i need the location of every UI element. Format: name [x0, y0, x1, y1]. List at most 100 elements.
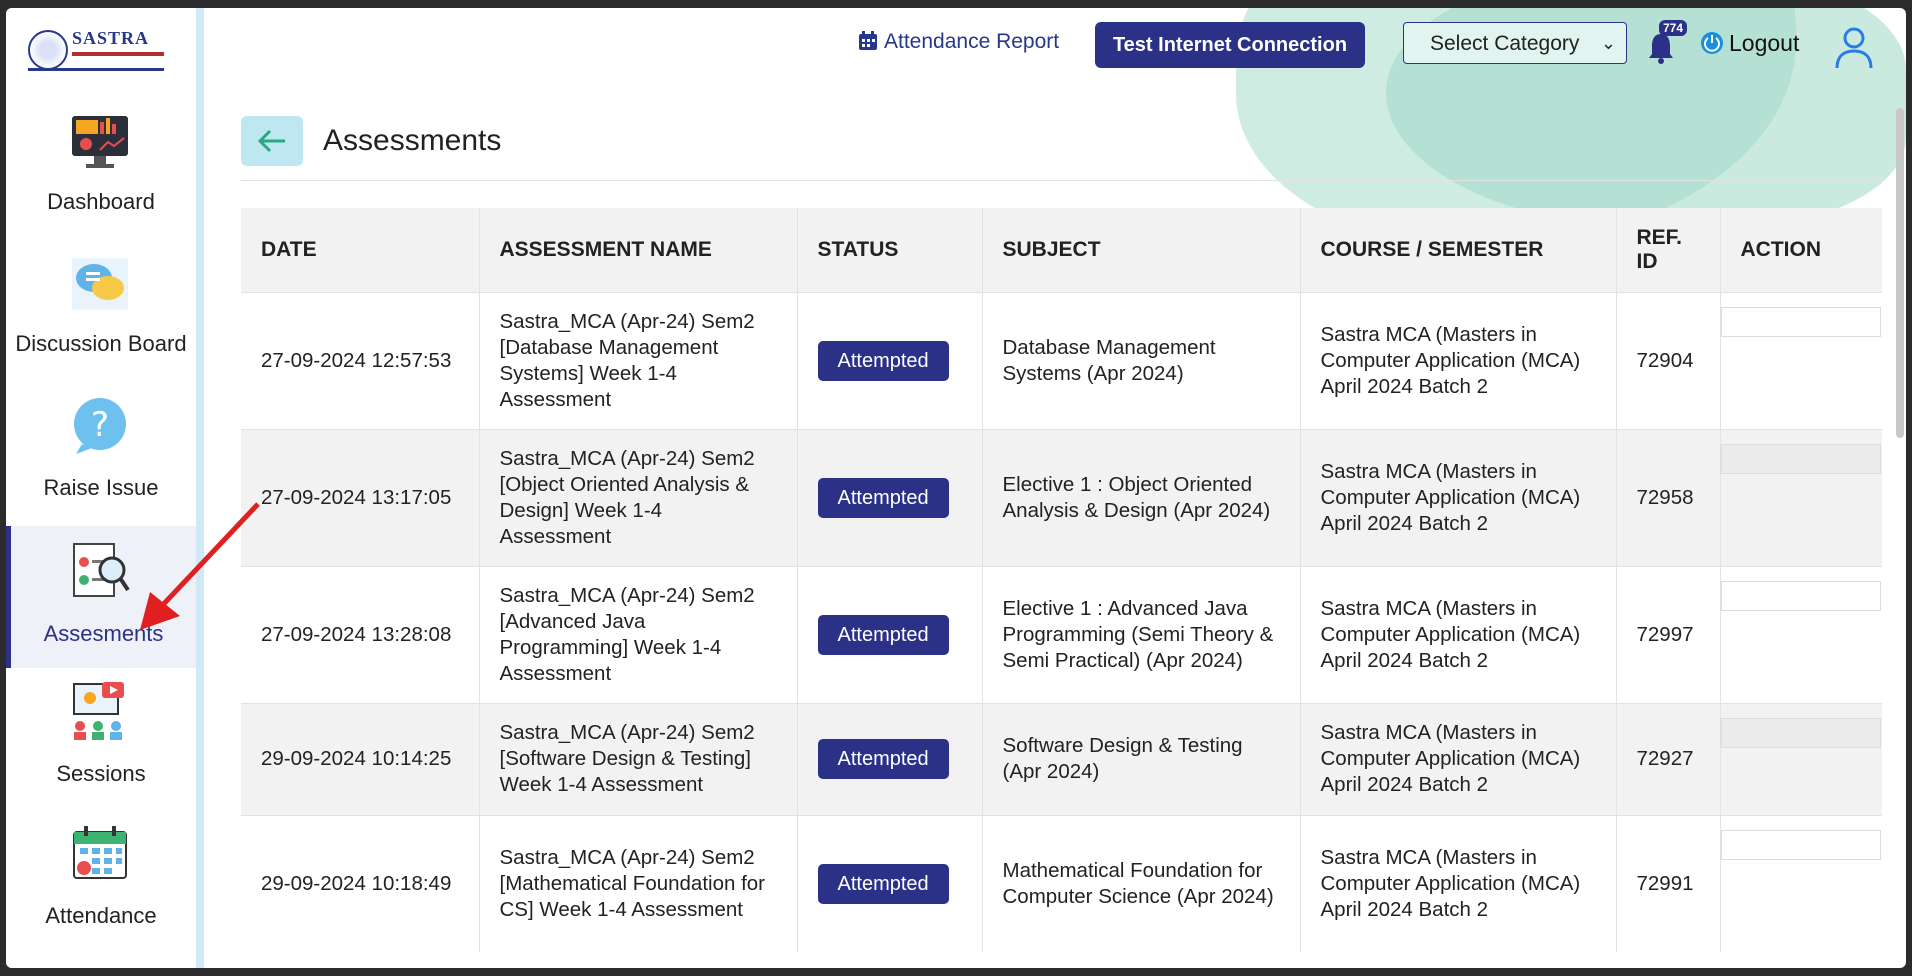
cell-status: Attempted — [797, 291, 983, 429]
cell-course: Sastra MCA (Masters in Computer Applicat… — [1300, 428, 1617, 566]
sidebar-item-label: Attendance — [45, 903, 157, 928]
cell-date: 29-09-2024 10:14:25 — [241, 702, 480, 815]
table-row: 29-09-2024 10:14:25 Sastra_MCA (Apr-24) … — [241, 702, 1882, 815]
column-header-assessment-name[interactable]: ASSESSMENT NAME — [479, 208, 798, 292]
assessment-icon — [73, 543, 130, 597]
sidebar-item-dashboard[interactable]: Dashboard — [6, 98, 196, 240]
sidebar-item-attendance[interactable]: Attendance — [6, 810, 196, 952]
cell-status: Attempted — [797, 428, 983, 566]
assessments-table-container: DATE ASSESSMENT NAME STATUS SUBJECT COUR… — [241, 208, 1882, 968]
sidebar-item-label: Raise Issue — [43, 475, 159, 500]
cell-ref-id: 72991 — [1616, 814, 1721, 952]
power-icon — [1701, 32, 1723, 54]
cell-assessment-name: Sastra_MCA (Apr-24) Sem2 [Software Desig… — [479, 702, 798, 815]
cell-ref-id: 72927 — [1616, 702, 1721, 815]
cell-status: Attempted — [797, 565, 983, 703]
table-row: 27-09-2024 13:28:08 Sastra_MCA (Apr-24) … — [241, 565, 1882, 703]
sessions-icon — [73, 682, 124, 740]
cell-subject: Mathematical Foundation for Computer Sci… — [982, 814, 1301, 952]
table-row: 27-09-2024 13:17:05 Sastra_MCA (Apr-24) … — [241, 428, 1882, 566]
cell-assessment-name: Sastra_MCA (Apr-24) Sem2 [Advanced Java … — [479, 565, 798, 703]
action-button[interactable] — [1720, 580, 1881, 611]
cell-course: Sastra MCA (Masters in Computer Applicat… — [1300, 702, 1617, 815]
cell-subject: Elective 1 : Object Oriented Analysis & … — [982, 428, 1301, 566]
sidebar-item-label: Sessions — [56, 761, 146, 786]
category-select-value: Select Category — [1430, 32, 1580, 55]
cell-action — [1720, 291, 1882, 429]
sidebar-item-sessions[interactable]: Sessions — [6, 668, 196, 810]
cell-assessment-name: Sastra_MCA (Apr-24) Sem2 [Database Manag… — [479, 291, 798, 429]
question-icon: ? — [74, 398, 126, 454]
test-internet-connection-button[interactable]: Test Internet Connection — [1095, 22, 1365, 68]
calendar-icon — [73, 826, 127, 879]
column-header-course-semester[interactable]: COURSE / SEMESTER — [1300, 208, 1617, 292]
chevron-down-icon: ⌄ — [1600, 33, 1616, 53]
cell-action — [1720, 565, 1882, 703]
notification-badge: 774 — [1659, 20, 1688, 36]
sidebar-scrollbar[interactable] — [196, 8, 204, 968]
cell-action — [1720, 702, 1882, 815]
status-badge: Attempted — [817, 739, 949, 779]
attendance-report-label: Attendance Report — [884, 30, 1060, 53]
category-select[interactable]: Select Category ⌄ — [1403, 22, 1627, 64]
logout-button[interactable]: Logout — [1701, 30, 1799, 57]
action-button[interactable] — [1720, 717, 1881, 748]
cell-action — [1720, 428, 1882, 566]
sidebar-item-label: Dashboard — [47, 189, 155, 214]
table-row: 27-09-2024 12:57:53 Sastra_MCA (Apr-24) … — [241, 291, 1882, 429]
dashboard-icon — [72, 116, 128, 168]
column-header-status[interactable]: STATUS — [797, 208, 983, 292]
cell-date: 27-09-2024 12:57:53 — [241, 291, 480, 429]
action-button[interactable] — [1720, 306, 1881, 337]
chat-bubbles-icon — [72, 258, 128, 310]
cell-ref-id: 72904 — [1616, 291, 1721, 429]
logo-underline — [28, 68, 164, 71]
sidebar-item-assessments[interactable]: Assesments — [6, 526, 196, 668]
cell-course: Sastra MCA (Masters in Computer Applicat… — [1300, 814, 1617, 952]
status-badge: Attempted — [817, 477, 949, 518]
table-header-row: DATE ASSESSMENT NAME STATUS SUBJECT COUR… — [241, 208, 1882, 292]
logo-underline — [72, 52, 164, 56]
cell-date: 27-09-2024 13:17:05 — [241, 428, 480, 566]
university-seal-icon — [28, 30, 68, 70]
column-header-date[interactable]: DATE — [241, 208, 480, 292]
sidebar-item-label: Discussion Board — [15, 331, 187, 356]
logo-text: SASTRA — [72, 28, 150, 48]
cell-date: 27-09-2024 13:28:08 — [241, 565, 480, 703]
divider — [241, 180, 1881, 181]
top-header: Attendance Report Test Internet Connecti… — [204, 8, 1906, 98]
page-title: Assessments — [323, 124, 502, 157]
action-button[interactable] — [1720, 443, 1881, 474]
attendance-report-link[interactable]: Attendance Report — [858, 30, 1059, 54]
cell-subject: Software Design & Testing (Apr 2024) — [982, 702, 1301, 815]
cell-action — [1720, 814, 1882, 952]
sidebar-item-discussion-board[interactable]: Discussion Board — [6, 240, 196, 382]
user-profile-icon[interactable] — [1834, 26, 1874, 70]
column-header-ref-id[interactable]: REF. ID — [1616, 208, 1721, 292]
status-badge: Attempted — [817, 614, 949, 655]
cell-course: Sastra MCA (Masters in Computer Applicat… — [1300, 565, 1617, 703]
action-button[interactable] — [1720, 829, 1881, 860]
cell-ref-id: 72997 — [1616, 565, 1721, 703]
cell-subject: Elective 1 : Advanced Java Programming (… — [982, 565, 1301, 703]
arrow-left-icon — [257, 129, 285, 153]
cell-assessment-name: Sastra_MCA (Apr-24) Sem2 [Object Oriente… — [479, 428, 798, 566]
column-header-subject[interactable]: SUBJECT — [982, 208, 1301, 292]
cell-date: 29-09-2024 10:18:49 — [241, 814, 480, 952]
column-header-action: ACTION — [1720, 208, 1882, 292]
cell-status: Attempted — [797, 814, 983, 952]
table-row: 29-09-2024 10:18:49 Sastra_MCA (Apr-24) … — [241, 814, 1882, 952]
cell-ref-id: 72958 — [1616, 428, 1721, 566]
cell-subject: Database Management Systems (Apr 2024) — [982, 291, 1301, 429]
back-button[interactable] — [241, 116, 303, 166]
sastra-logo[interactable]: SASTRA — [28, 26, 164, 72]
calendar-icon — [859, 31, 877, 50]
page-scrollbar[interactable] — [1896, 108, 1904, 438]
status-badge: Attempted — [817, 863, 949, 904]
sidebar: SASTRA Dashboard Discussion Board ? Rais… — [6, 8, 196, 968]
cell-status: Attempted — [797, 702, 983, 815]
cell-course: Sastra MCA (Masters in Computer Applicat… — [1300, 291, 1617, 429]
sidebar-item-raise-issue[interactable]: ? Raise Issue — [6, 382, 196, 524]
svg-text:?: ? — [91, 405, 109, 445]
status-badge: Attempted — [817, 340, 949, 381]
